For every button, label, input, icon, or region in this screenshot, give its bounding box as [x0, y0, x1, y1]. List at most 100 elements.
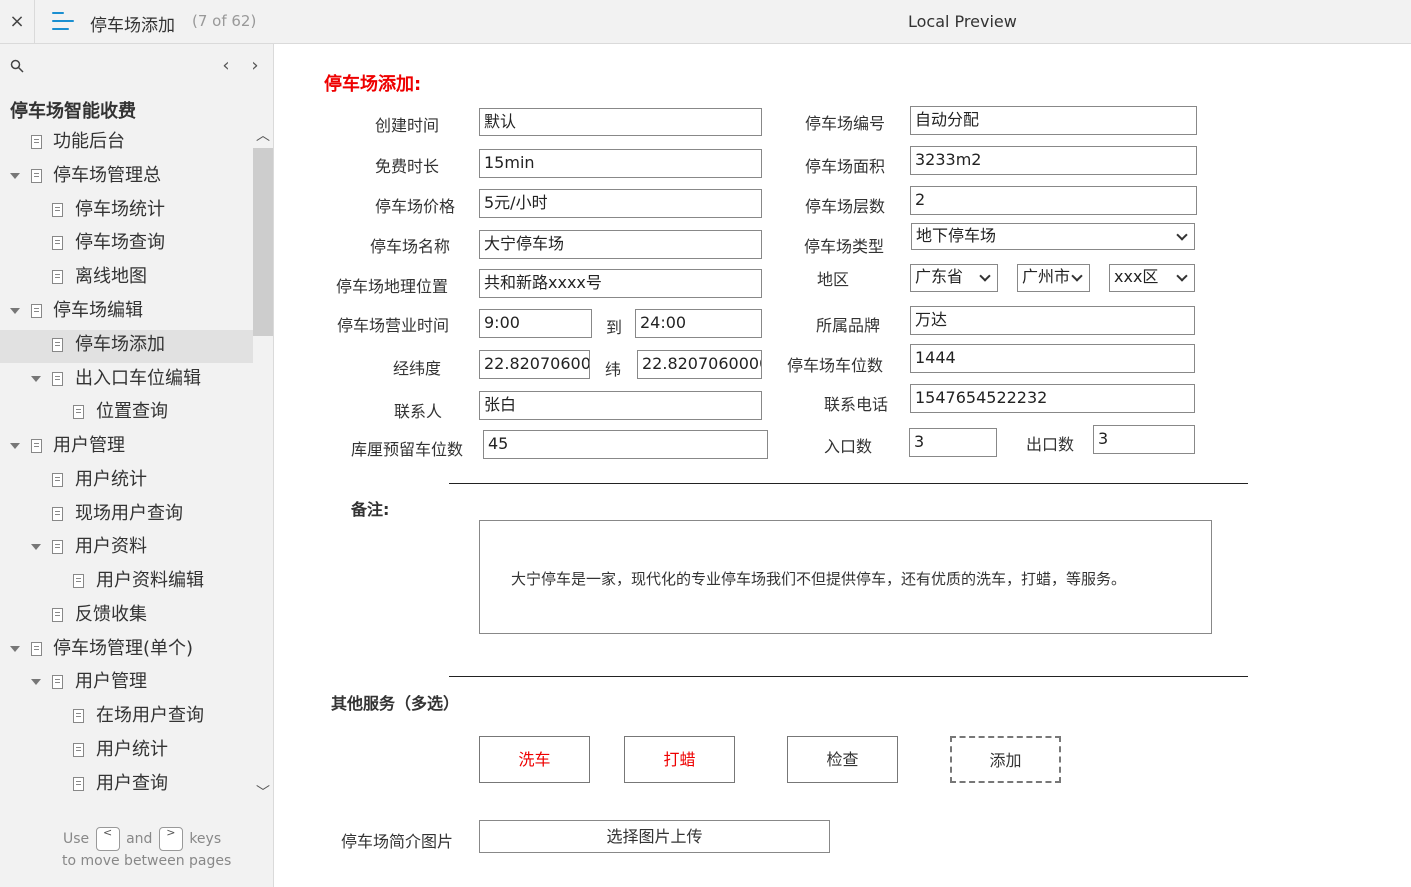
sidebar-item[interactable]: 停车场编辑 [0, 296, 253, 326]
page-icon [52, 338, 63, 352]
sidebar-item[interactable]: 用户查询 [0, 769, 253, 799]
city-select[interactable]: 广州市 [1017, 264, 1090, 292]
location-input[interactable]: 共和新路xxxx号 [479, 269, 762, 298]
floors-input[interactable]: 2 [910, 186, 1197, 215]
contact-input[interactable]: 张白 [479, 391, 762, 420]
expand-arrow-icon[interactable] [10, 308, 20, 314]
sidebar-item-label: 用户统计 [75, 469, 147, 490]
province-select-value: 广东省 [915, 267, 964, 286]
page-icon [52, 507, 63, 521]
prev-key-icon: < [95, 827, 120, 851]
to-label: 到 [606, 318, 623, 337]
reserved-input[interactable]: 45 [483, 430, 768, 459]
next-key-icon: > [158, 827, 183, 851]
location-label: 停车场地理位置 [336, 277, 449, 296]
free-duration-label: 免费时长 [375, 157, 440, 176]
sidebar-item[interactable]: 用户资料编辑 [0, 566, 253, 596]
hamburger-menu-icon[interactable] [52, 12, 74, 30]
create-time-input[interactable]: 默认 [479, 108, 762, 136]
service-car-wash-button[interactable]: 洗车 [479, 736, 590, 783]
type-label: 停车场类型 [804, 237, 885, 256]
region-label: 地区 [817, 270, 850, 289]
exits-label: 出口数 [1026, 435, 1075, 454]
sidebar-item[interactable]: 停车场添加 [0, 330, 253, 360]
expand-arrow-icon[interactable] [10, 443, 20, 449]
close-icon[interactable]: × [0, 0, 35, 43]
hint-and-text: and [126, 831, 153, 847]
sidebar-item[interactable]: 用户管理 [0, 431, 253, 461]
page-icon [52, 203, 63, 217]
scroll-up-icon[interactable]: ︿ [255, 128, 271, 144]
sidebar-item-label: 用户资料 [75, 536, 147, 557]
sidebar-item[interactable]: 离线地图 [0, 262, 253, 292]
name-input[interactable]: 大宁停车场 [479, 230, 762, 259]
sidebar-item[interactable]: 在场用户查询 [0, 701, 253, 731]
exits-input[interactable]: 3 [1093, 425, 1195, 454]
scrollbar-thumb[interactable] [253, 148, 273, 336]
expand-arrow-icon[interactable] [10, 173, 20, 179]
page-icon [73, 709, 84, 723]
open-time-input[interactable]: 9:00 [479, 309, 592, 338]
page-icon [52, 473, 63, 487]
expand-arrow-icon[interactable] [31, 679, 41, 685]
district-select[interactable]: xxx区 [1109, 264, 1195, 292]
sidebar-item[interactable]: 现场用户查询 [0, 499, 253, 529]
expand-arrow-icon[interactable] [31, 544, 41, 550]
lnglat-label: 经纬度 [393, 359, 442, 378]
sidebar-item[interactable]: 停车场管理总 [0, 161, 253, 191]
page-icon [31, 169, 42, 183]
spaces-input[interactable]: 1444 [910, 344, 1195, 373]
phone-input[interactable]: 1547654522232 [910, 384, 1195, 413]
entrances-label: 入口数 [824, 437, 873, 456]
divider [449, 483, 1248, 484]
close-time-input[interactable]: 24:00 [635, 309, 762, 338]
page-title: 停车场添加 [90, 16, 175, 36]
sidebar-item[interactable]: 位置查询 [0, 397, 253, 427]
sidebar-item-label: 停车场添加 [75, 334, 165, 355]
service-inspection-button[interactable]: 检查 [787, 736, 898, 783]
free-duration-input[interactable]: 15min [479, 149, 762, 178]
add-service-button[interactable]: 添加 [950, 736, 1061, 783]
sidebar-item[interactable]: 用户资料 [0, 532, 253, 562]
upload-image-button[interactable]: 选择图片上传 [479, 820, 830, 853]
latitude-input[interactable]: 22.8207060000 [637, 350, 762, 379]
sidebar-item[interactable]: 停车场查询 [0, 228, 253, 258]
page-icon [73, 743, 84, 757]
province-select[interactable]: 广东省 [910, 264, 998, 292]
sidebar-item[interactable]: 停车场管理(单个) [0, 634, 253, 664]
page-icon [31, 135, 42, 149]
service-waxing-button[interactable]: 打蜡 [624, 736, 735, 783]
area-input[interactable]: 3233m2 [910, 146, 1197, 175]
brand-input[interactable]: 万达 [910, 306, 1195, 335]
sidebar-item[interactable]: 功能后台 [0, 127, 253, 157]
previous-page-icon[interactable]: ‹ [216, 56, 236, 76]
longitude-input[interactable]: 22.82070600 [479, 350, 590, 379]
page-icon [52, 236, 63, 250]
type-select[interactable]: 地下停车场 [911, 223, 1195, 250]
price-input[interactable]: 5元/小时 [479, 189, 762, 218]
page-icon [52, 540, 63, 554]
page-icon [31, 642, 42, 656]
sidebar-item[interactable]: 反馈收集 [0, 600, 253, 630]
sidebar-item[interactable]: 用户管理 [0, 667, 253, 697]
entrances-input[interactable]: 3 [909, 428, 997, 457]
sidebar-item[interactable]: 用户统计 [0, 735, 253, 765]
scroll-down-icon[interactable]: ﹀ [255, 784, 271, 802]
sidebar-item-label: 离线地图 [75, 266, 147, 287]
code-input[interactable]: 自动分配 [910, 106, 1197, 135]
next-page-icon[interactable]: › [245, 56, 265, 76]
sidebar-item[interactable]: 停车场统计 [0, 195, 253, 225]
sidebar-item-label: 功能后台 [53, 131, 125, 152]
chevron-down-icon [979, 270, 991, 282]
sidebar-item[interactable]: 用户统计 [0, 465, 253, 495]
form-heading: 停车场添加: [324, 74, 422, 95]
expand-arrow-icon[interactable] [10, 646, 20, 652]
sidebar-item-label: 停车场管理总 [53, 165, 161, 186]
page-count: (7 of 62) [192, 12, 257, 30]
sidebar-item-label: 停车场统计 [75, 199, 165, 220]
expand-arrow-icon[interactable] [31, 376, 41, 382]
services-label: 其他服务（多选） [331, 694, 460, 713]
sidebar-item[interactable]: 出入口车位编辑 [0, 364, 253, 394]
sidebar-item-label: 现场用户查询 [75, 503, 183, 524]
search-icon[interactable] [10, 59, 24, 73]
